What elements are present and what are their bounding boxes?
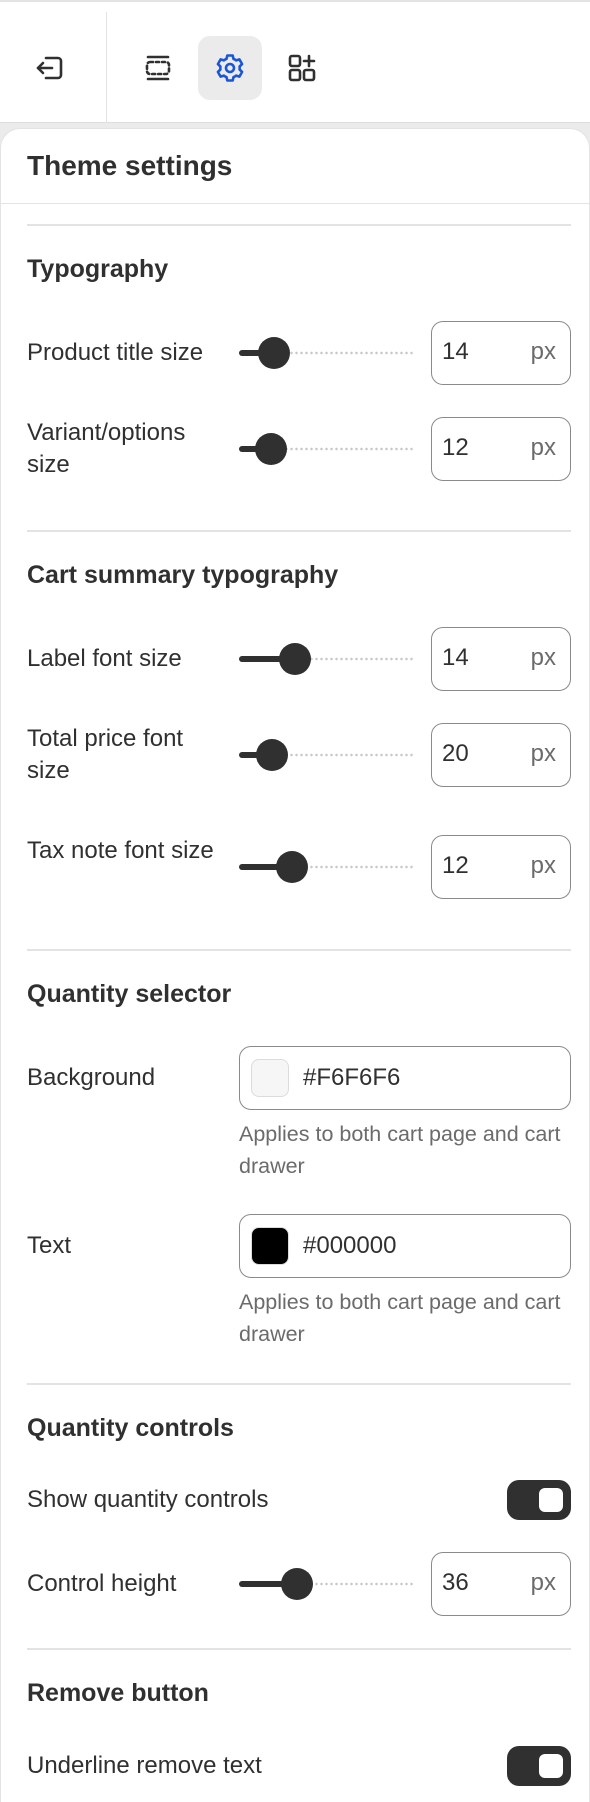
text-color-input[interactable]: #000000: [239, 1214, 571, 1278]
input-unit: px: [530, 1569, 556, 1596]
variant-options-size-slider[interactable]: [239, 431, 415, 467]
section-divider: [27, 224, 571, 226]
slider-thumb[interactable]: [281, 1568, 313, 1600]
slider-thumb[interactable]: [279, 643, 311, 675]
section-title-quantity-controls: Quantity controls: [27, 1414, 234, 1442]
editor-toolbar: [0, 0, 590, 123]
text-help-text: Applies to both cart page and cart drawe…: [239, 1290, 561, 1346]
background-help-text: Applies to both cart page and cart drawe…: [239, 1122, 561, 1178]
exit-icon: [36, 56, 63, 80]
settings-gear-icon: [216, 54, 244, 82]
apps-icon: [288, 54, 316, 82]
section-divider: [27, 1383, 571, 1385]
toolbar-divider: [106, 12, 107, 123]
section-divider: [27, 530, 571, 532]
total-price-font-size-slider[interactable]: [239, 737, 415, 773]
input-value: 12: [442, 434, 469, 461]
slider-thumb[interactable]: [256, 739, 288, 771]
input-value: 20: [442, 740, 469, 767]
section-title-quantity-selector: Quantity selector: [27, 980, 232, 1008]
input-value: 14: [442, 644, 469, 671]
color-swatch[interactable]: [251, 1059, 289, 1097]
control-height-slider[interactable]: [239, 1566, 415, 1602]
tax-note-font-size-label: Tax note font size: [27, 837, 214, 864]
variant-options-size-label: Variant/options size: [27, 419, 186, 478]
panel-title: Theme settings: [27, 150, 233, 181]
background-color-label: Background: [27, 1064, 156, 1091]
label-font-size-label: Label font size: [27, 645, 182, 672]
background-color-input[interactable]: #F6F6F6: [239, 1046, 571, 1110]
input-unit: px: [530, 338, 556, 365]
input-unit: px: [530, 852, 556, 879]
product-title-size-label: Product title size: [27, 339, 204, 366]
sections-button[interactable]: [126, 36, 190, 100]
label-font-size-slider[interactable]: [239, 641, 415, 677]
product-title-size-input[interactable]: 14 px: [431, 321, 571, 385]
label-font-size-input[interactable]: 14 px: [431, 627, 571, 691]
tax-note-font-size-input[interactable]: 12 px: [431, 835, 571, 899]
input-value: 36: [442, 1569, 469, 1596]
title-divider: [1, 203, 590, 204]
sections-icon: [145, 55, 171, 81]
control-height-input[interactable]: 36 px: [431, 1552, 571, 1616]
product-title-size-slider[interactable]: [239, 335, 415, 371]
input-unit: px: [530, 434, 556, 461]
control-height-label: Control height: [27, 1570, 177, 1597]
section-divider: [27, 1648, 571, 1650]
show-quantity-controls-label: Show quantity controls: [27, 1486, 269, 1513]
variant-options-size-input[interactable]: 12 px: [431, 417, 571, 481]
input-unit: px: [530, 644, 556, 671]
tax-note-font-size-slider[interactable]: [239, 849, 415, 885]
underline-remove-text-toggle[interactable]: [507, 1746, 571, 1786]
input-unit: px: [530, 740, 556, 767]
color-hex-value: #F6F6F6: [303, 1064, 401, 1091]
color-swatch[interactable]: [251, 1227, 289, 1265]
slider-thumb[interactable]: [276, 851, 308, 883]
exit-button[interactable]: [18, 36, 82, 100]
color-hex-value: #000000: [303, 1232, 397, 1259]
input-value: 12: [442, 852, 469, 879]
apps-button[interactable]: [270, 36, 334, 100]
section-title-remove-button: Remove button: [27, 1679, 209, 1707]
text-color-label: Text: [27, 1232, 72, 1259]
underline-remove-text-label: Underline remove text: [27, 1752, 262, 1779]
section-title-typography: Typography: [27, 255, 169, 283]
section-divider: [27, 949, 571, 951]
input-value: 14: [442, 338, 469, 365]
toggle-knob: [539, 1754, 563, 1778]
slider-thumb[interactable]: [255, 433, 287, 465]
theme-settings-panel: Theme settings Typography Product title …: [0, 128, 590, 1802]
toggle-knob: [539, 1488, 563, 1512]
settings-button[interactable]: [198, 36, 262, 100]
total-price-font-size-input[interactable]: 20 px: [431, 723, 571, 787]
show-quantity-controls-toggle[interactable]: [507, 1480, 571, 1520]
section-title-cart-summary: Cart summary typography: [27, 561, 339, 589]
total-price-font-size-label: Total price font size: [27, 725, 184, 784]
slider-thumb[interactable]: [258, 337, 290, 369]
